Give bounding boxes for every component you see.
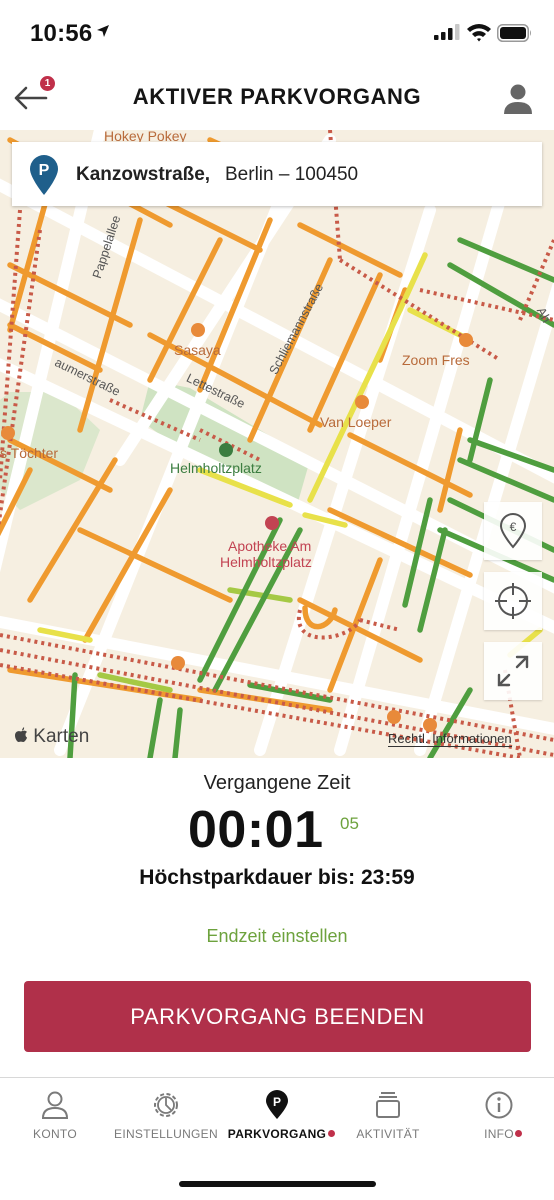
map-attribution: Karten: [14, 726, 89, 748]
set-end-time-link[interactable]: Endzeit einstellen: [0, 926, 554, 947]
parking-pin-icon: P: [266, 1090, 288, 1119]
person-icon: [41, 1091, 69, 1119]
svg-text:P: P: [39, 162, 50, 179]
svg-text:P: P: [273, 1095, 281, 1109]
page-title: AKTIVER PARKVORGANG: [132, 84, 422, 109]
locate-me-button[interactable]: [484, 572, 542, 630]
tab-konto[interactable]: KONTO: [0, 1090, 110, 1154]
poi-label-van-loeper: Van Loeper: [320, 414, 392, 430]
tab-label-konto: KONTO: [33, 1127, 77, 1141]
poi-label-apotheke: Apotheke Am: [228, 538, 312, 554]
tab-parkvorgang[interactable]: P PARKVORGANG: [222, 1090, 335, 1154]
tab-aktivitaet[interactable]: AKTIVITÄT: [333, 1090, 443, 1154]
map-attribution-label: Karten: [33, 726, 90, 747]
price-map-button[interactable]: €: [484, 502, 542, 560]
person-icon: [504, 84, 532, 114]
elapsed-time-seconds: 05: [340, 814, 359, 833]
home-indicator: [179, 1181, 376, 1187]
tab-label-info: INFO: [484, 1127, 514, 1141]
app-screen: 10:56 1 AKTIVER PARKVORGANG Pappelallee …: [0, 0, 554, 1200]
end-parking-button[interactable]: PARKVORGANG BEENDEN: [24, 981, 531, 1052]
elapsed-time-value: 00:01: [188, 801, 324, 859]
expand-map-button[interactable]: [484, 642, 542, 700]
tab-info[interactable]: INFO: [444, 1090, 554, 1154]
wifi-icon: [466, 22, 492, 47]
location-arrow-icon: [96, 24, 110, 43]
parking-map[interactable]: Pappelallee Schliemannstraße Lettestraße…: [0, 130, 554, 758]
parking-pin-icon: P: [30, 155, 58, 195]
address-city-zone: Berlin – 100450: [225, 164, 359, 185]
tab-einstellungen[interactable]: EINSTELLUNGEN: [111, 1090, 221, 1154]
elapsed-time-label: Vergangene Zeit: [203, 772, 351, 794]
tab-label-aktivitaet: AKTIVITÄT: [356, 1127, 420, 1141]
street-map-graphic: [0, 130, 554, 758]
top-navigation-bar: 1 AKTIVER PARKVORGANG: [0, 66, 554, 130]
crosshair-icon: [495, 583, 531, 619]
status-bar: 10:56: [0, 0, 554, 66]
info-icon: [485, 1091, 513, 1119]
poi-label-apotheke-line2: Helmholtzplatz: [220, 554, 312, 570]
gear-icon: [154, 1093, 178, 1117]
tab-label-parkvorgang: PARKVORGANG: [227, 1127, 327, 1141]
poi-label-zoom: Zoom Fres: [402, 352, 470, 368]
park-label-helmholtzplatz: Helmholtzplatz: [170, 460, 262, 476]
legal-information-link[interactable]: Rechtl. Informationen: [388, 732, 512, 747]
apple-logo-icon: [15, 727, 27, 743]
address-street: Kanzowstraße,: [76, 164, 211, 185]
svg-text:€: €: [510, 520, 517, 534]
poi-label-toechter: s Töchter: [0, 445, 59, 461]
tab-label-einstellungen: EINSTELLUNGEN: [114, 1127, 218, 1141]
price-pin-icon: €: [499, 513, 527, 549]
max-parking-duration: Höchstparkdauer bis: 23:59: [139, 866, 415, 889]
poi-label-sasaya: Sasaya: [174, 342, 221, 358]
battery-icon: [497, 24, 533, 47]
profile-button[interactable]: [498, 80, 538, 118]
status-time: 10:56: [30, 20, 93, 47]
cellular-signal-icon: [434, 24, 460, 45]
parking-address-card[interactable]: P Kanzowstraße, Berlin – 100450: [12, 142, 542, 206]
tab-notification-dot: [515, 1130, 522, 1137]
expand-icon: [497, 655, 529, 687]
stack-icon: [376, 1092, 400, 1118]
